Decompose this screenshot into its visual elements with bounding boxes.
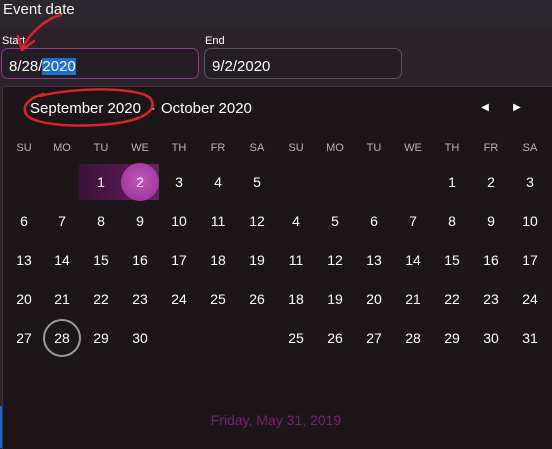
month-header-left: September 2020: [30, 100, 141, 117]
today-footer-link[interactable]: Friday, May 31, 2019: [0, 412, 552, 428]
start-date-selected-text: 2020: [42, 58, 76, 75]
calendar-day-right-23[interactable]: 23: [474, 282, 508, 316]
calendar-day-left-7[interactable]: 7: [45, 204, 79, 238]
triangle-left-icon: ◀: [481, 102, 489, 113]
calendar-day-left-25[interactable]: 25: [201, 282, 235, 316]
weekday-header: SU: [16, 142, 32, 154]
start-date-input[interactable]: 8/28/2020: [1, 48, 199, 79]
calendar-day-right-8[interactable]: 8: [435, 204, 469, 238]
calendar-day-right-28[interactable]: 28: [396, 321, 430, 355]
calendar-day-right-6[interactable]: 6: [357, 204, 391, 238]
calendar-day-left-24[interactable]: 24: [162, 282, 196, 316]
month-separator: -: [150, 100, 155, 117]
calendar-day-right-19[interactable]: 19: [318, 282, 352, 316]
calendar-day-left-30[interactable]: 30: [123, 321, 157, 355]
calendar-day-left-6[interactable]: 6: [7, 204, 41, 238]
calendar-day-left-18[interactable]: 18: [201, 243, 235, 277]
calendar-day-left-27[interactable]: 27: [7, 321, 41, 355]
calendar-day-left-22[interactable]: 22: [84, 282, 118, 316]
weekday-header: MO: [326, 142, 344, 154]
weekday-header: SA: [249, 142, 265, 154]
calendar-day-left-11[interactable]: 11: [201, 204, 235, 238]
calendar-day-left-23[interactable]: 23: [123, 282, 157, 316]
weekday-header: FR: [483, 142, 499, 154]
calendar-day-left-4[interactable]: 4: [201, 165, 235, 199]
weekday-header: TH: [444, 142, 460, 154]
calendar-day-right-16[interactable]: 16: [474, 243, 508, 277]
weekday-header: TU: [366, 142, 382, 154]
calendar-day-left-12[interactable]: 12: [240, 204, 274, 238]
calendar-day-left-19[interactable]: 19: [240, 243, 274, 277]
weekday-header: TU: [93, 142, 109, 154]
calendar-day-right-29[interactable]: 29: [435, 321, 469, 355]
previous-month-button[interactable]: ◀: [476, 99, 494, 117]
triangle-right-icon: ▶: [513, 102, 521, 113]
calendar-day-right-10[interactable]: 10: [513, 204, 547, 238]
next-month-button[interactable]: ▶: [508, 99, 526, 117]
calendar-day-left-16[interactable]: 16: [123, 243, 157, 277]
weekday-header: TH: [171, 142, 187, 154]
calendar-day-right-22[interactable]: 22: [435, 282, 469, 316]
page-title: Event date: [3, 1, 75, 18]
calendar-day-right-20[interactable]: 20: [357, 282, 391, 316]
calendar-day-right-15[interactable]: 15: [435, 243, 469, 277]
calendar-day-right-18[interactable]: 18: [279, 282, 313, 316]
weekday-header: WE: [131, 142, 149, 154]
calendar-day-right-7[interactable]: 7: [396, 204, 430, 238]
calendar-day-right-26[interactable]: 26: [318, 321, 352, 355]
calendar-day-right-30[interactable]: 30: [474, 321, 508, 355]
calendar-day-left-20[interactable]: 20: [7, 282, 41, 316]
calendar-day-right-17[interactable]: 17: [513, 243, 547, 277]
calendar-day-left-14[interactable]: 14: [45, 243, 79, 277]
calendar-day-right-24[interactable]: 24: [513, 282, 547, 316]
header-bar: Event date: [0, 0, 552, 28]
calendar-day-left-26[interactable]: 26: [240, 282, 274, 316]
weekday-header: SA: [522, 142, 538, 154]
weekday-header: FR: [210, 142, 226, 154]
calendar-day-left-15[interactable]: 15: [84, 243, 118, 277]
calendar-day-right-31[interactable]: 31: [513, 321, 547, 355]
calendar-day-left-2[interactable]: 2: [121, 163, 159, 201]
calendar-day-left-8[interactable]: 8: [84, 204, 118, 238]
weekday-header: WE: [404, 142, 422, 154]
calendar-day-right-2[interactable]: 2: [474, 165, 508, 199]
calendar-day-right-14[interactable]: 14: [396, 243, 430, 277]
calendar-day-right-12[interactable]: 12: [318, 243, 352, 277]
calendar-day-right-9[interactable]: 9: [474, 204, 508, 238]
calendar-day-left-5[interactable]: 5: [240, 165, 274, 199]
calendar-day-left-28[interactable]: 28: [43, 319, 81, 357]
calendar-day-right-5[interactable]: 5: [318, 204, 352, 238]
start-label: Start: [2, 35, 26, 47]
calendar-day-right-1[interactable]: 1: [435, 165, 469, 199]
start-date-text: 8/28/: [9, 58, 43, 75]
calendar-day-right-27[interactable]: 27: [357, 321, 391, 355]
calendar-day-left-10[interactable]: 10: [162, 204, 196, 238]
calendar-day-left-17[interactable]: 17: [162, 243, 196, 277]
month-header-right: October 2020: [161, 100, 252, 117]
calendar-day-right-4[interactable]: 4: [279, 204, 313, 238]
weekday-header: SU: [288, 142, 304, 154]
calendar-day-left-1[interactable]: 1: [84, 165, 118, 199]
calendar-day-right-3[interactable]: 3: [513, 165, 547, 199]
calendar-day-left-13[interactable]: 13: [7, 243, 41, 277]
calendar-day-left-29[interactable]: 29: [84, 321, 118, 355]
calendar-day-right-11[interactable]: 11: [279, 243, 313, 277]
end-date-input[interactable]: 9/2/2020: [204, 48, 402, 79]
calendar-day-right-13[interactable]: 13: [357, 243, 391, 277]
calendar-day-left-9[interactable]: 9: [123, 204, 157, 238]
end-label: End: [205, 35, 225, 47]
weekday-header: MO: [53, 142, 71, 154]
calendar-day-left-3[interactable]: 3: [162, 165, 196, 199]
calendar-day-right-21[interactable]: 21: [396, 282, 430, 316]
calendar-day-left-21[interactable]: 21: [45, 282, 79, 316]
end-date-text: 9/2/2020: [212, 58, 271, 75]
calendar-day-right-25[interactable]: 25: [279, 321, 313, 355]
